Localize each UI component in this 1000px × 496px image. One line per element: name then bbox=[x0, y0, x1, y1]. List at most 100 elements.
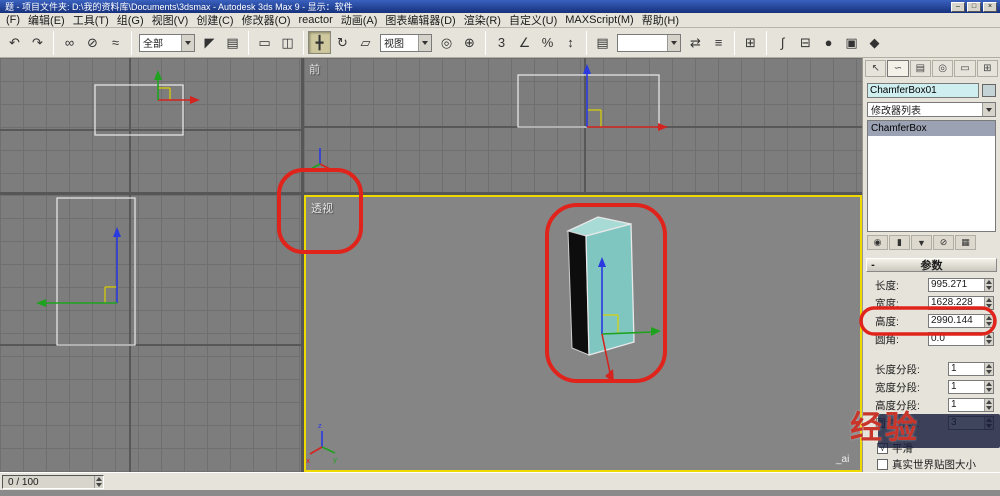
tab-modify[interactable]: ∽ bbox=[887, 60, 909, 77]
show-end-result-button[interactable]: ▮ bbox=[889, 235, 910, 250]
align-button[interactable]: ≡ bbox=[707, 31, 730, 54]
chevron-down-icon[interactable] bbox=[181, 34, 194, 51]
menu-item[interactable]: 动画(A) bbox=[337, 12, 382, 28]
spinner-control[interactable] bbox=[984, 297, 993, 309]
select-by-name-button[interactable]: ▤ bbox=[221, 31, 244, 54]
spinner-control[interactable] bbox=[984, 381, 993, 393]
checkbox[interactable] bbox=[877, 458, 888, 470]
menu-item[interactable]: 工具(T) bbox=[69, 12, 113, 28]
menu-item[interactable]: 自定义(U) bbox=[505, 12, 561, 28]
spinner-control[interactable] bbox=[984, 399, 993, 411]
select-and-uniform-scale-button[interactable]: ▱ bbox=[354, 31, 377, 54]
spinner-down-icon[interactable] bbox=[985, 405, 993, 411]
menu-item[interactable]: 创建(C) bbox=[192, 12, 237, 28]
parameter-field[interactable]: 1 bbox=[948, 398, 994, 412]
spinner-down-icon[interactable] bbox=[985, 285, 993, 291]
select-and-move-button[interactable]: ╋ bbox=[308, 31, 331, 54]
menu-item[interactable]: reactor bbox=[295, 14, 337, 26]
viewport-front[interactable]: 前 bbox=[304, 58, 862, 192]
viewport-top[interactable] bbox=[0, 58, 301, 192]
layer-manager-button[interactable]: ⊞ bbox=[739, 31, 762, 54]
selection-filter-dropdown[interactable]: 全部 bbox=[139, 33, 195, 52]
menu-item[interactable]: 视图(V) bbox=[148, 12, 193, 28]
modifier-list-dropdown[interactable]: 修改器列表 bbox=[867, 102, 996, 117]
material-editor-button[interactable]: ● bbox=[817, 31, 840, 54]
parameter-field[interactable]: 2990.144 bbox=[928, 314, 994, 328]
named-selection-dropdown[interactable] bbox=[617, 33, 681, 52]
unlink-selection-button[interactable]: ⊘ bbox=[81, 31, 104, 54]
spinner-control[interactable] bbox=[984, 363, 993, 375]
select-object-button[interactable]: ◤ bbox=[198, 31, 221, 54]
spinner-down-icon[interactable] bbox=[985, 387, 993, 393]
use-pivot-point-center-button[interactable]: ◎ bbox=[435, 31, 458, 54]
undo-button[interactable]: ↶ bbox=[3, 31, 26, 54]
tab-utilities[interactable]: ⊞ bbox=[976, 60, 998, 77]
modifier-stack[interactable]: ChamferBox bbox=[867, 120, 996, 232]
curve-editor-button[interactable]: ∫ bbox=[771, 31, 794, 54]
edit-named-selection-sets-button[interactable]: ▤ bbox=[591, 31, 614, 54]
menu-item[interactable]: (F) bbox=[2, 14, 24, 26]
spinner-down-icon[interactable] bbox=[95, 482, 103, 488]
object-name-input[interactable] bbox=[867, 83, 979, 98]
object-color-swatch[interactable] bbox=[982, 84, 996, 97]
parameter-field[interactable]: 1628.228 bbox=[928, 296, 994, 310]
configure-modifier-sets-button[interactable]: ▦ bbox=[955, 235, 976, 250]
mirror-button[interactable]: ⇄ bbox=[684, 31, 707, 54]
menu-item[interactable]: 修改器(O) bbox=[238, 12, 295, 28]
menu-item[interactable]: 图表编辑器(D) bbox=[381, 12, 459, 28]
spinner-down-icon[interactable] bbox=[985, 339, 993, 345]
spinner-control[interactable] bbox=[984, 279, 993, 291]
chamfer-box-object[interactable] bbox=[566, 216, 635, 356]
viewport-perspective-label[interactable]: 透视 bbox=[311, 200, 333, 216]
close-button[interactable]: × bbox=[983, 1, 997, 12]
tab-motion[interactable]: ◎ bbox=[931, 60, 954, 77]
move-gizmo[interactable] bbox=[583, 64, 668, 131]
menu-item[interactable]: 帮助(H) bbox=[638, 12, 683, 28]
viewport-perspective[interactable]: 透视 z x y bbox=[304, 195, 862, 472]
spinner-down-icon[interactable] bbox=[985, 423, 993, 429]
maximize-button[interactable]: □ bbox=[967, 1, 981, 12]
menu-item[interactable]: 组(G) bbox=[113, 12, 148, 28]
menu-item[interactable]: 编辑(E) bbox=[24, 12, 69, 28]
spinner-down-icon[interactable] bbox=[985, 321, 993, 327]
snaps-toggle-button[interactable]: 3 bbox=[490, 31, 513, 54]
frame-spinner[interactable] bbox=[94, 476, 103, 488]
chevron-down-icon[interactable] bbox=[418, 34, 431, 51]
render-scene-button[interactable]: ▣ bbox=[840, 31, 863, 54]
bind-to-space-warp-button[interactable]: ≈ bbox=[104, 31, 127, 54]
select-and-rotate-button[interactable]: ↻ bbox=[331, 31, 354, 54]
window-crossing-toggle-button[interactable]: ◫ bbox=[276, 31, 299, 54]
parameter-field[interactable]: 995.271 bbox=[928, 278, 994, 292]
frame-indicator[interactable]: 0 / 100 bbox=[2, 475, 104, 489]
rollout-collapse-icon[interactable]: - bbox=[867, 259, 879, 271]
remove-modifier-button[interactable]: ⊘ bbox=[933, 235, 954, 250]
minimize-button[interactable]: – bbox=[951, 1, 965, 12]
spinner-control[interactable] bbox=[984, 333, 993, 345]
tab-display[interactable]: ▭ bbox=[954, 60, 976, 77]
pin-stack-button[interactable]: ◉ bbox=[867, 235, 888, 250]
chevron-down-icon[interactable] bbox=[982, 103, 995, 116]
spinner-down-icon[interactable] bbox=[985, 303, 993, 309]
spinner-control[interactable] bbox=[984, 315, 993, 327]
move-gizmo[interactable] bbox=[154, 70, 200, 104]
reference-coordinate-dropdown[interactable]: 视图 bbox=[380, 33, 432, 52]
select-and-manipulate-button[interactable]: ⊕ bbox=[458, 31, 481, 54]
rectangular-selection-region-button[interactable]: ▭ bbox=[253, 31, 276, 54]
spinner-control[interactable] bbox=[984, 417, 993, 429]
tab-hierarchy[interactable]: ▤ bbox=[909, 60, 931, 77]
move-gizmo[interactable] bbox=[36, 227, 121, 307]
quick-render-button[interactable]: ◆ bbox=[863, 31, 886, 54]
redo-button[interactable]: ↷ bbox=[26, 31, 49, 54]
chevron-down-icon[interactable] bbox=[667, 34, 680, 51]
make-unique-button[interactable]: ▼ bbox=[911, 235, 932, 250]
stack-item-chamferbox[interactable]: ChamferBox bbox=[868, 121, 995, 136]
viewport-front-label[interactable]: 前 bbox=[309, 61, 320, 77]
checkbox[interactable]: √ bbox=[877, 442, 888, 454]
parameter-field[interactable]: 1 bbox=[948, 380, 994, 394]
select-and-link-button[interactable]: ∞ bbox=[58, 31, 81, 54]
schematic-view-button[interactable]: ⊟ bbox=[794, 31, 817, 54]
tab-create[interactable]: ↖ bbox=[865, 60, 887, 77]
menu-item[interactable]: MAXScript(M) bbox=[561, 14, 637, 26]
rollout-parameters-header[interactable]: - 参数 bbox=[866, 258, 997, 272]
parameter-field[interactable]: 1 bbox=[948, 362, 994, 376]
